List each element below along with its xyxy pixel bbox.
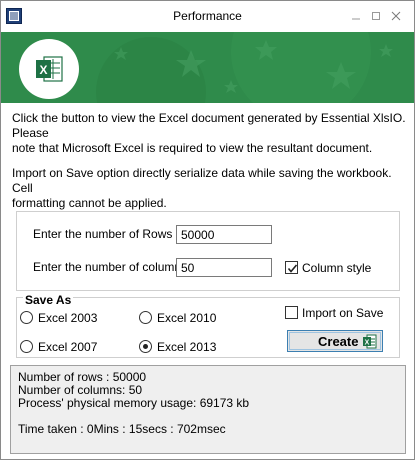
description-excel-line2: note that Microsoft Excel is required to…: [12, 141, 373, 155]
rows-label: Enter the number of Rows: [33, 227, 173, 241]
description-excel: Click the button to view the Excel docum…: [12, 111, 408, 156]
minimize-icon[interactable]: [349, 9, 363, 23]
excel-2010-radio[interactable]: [139, 311, 152, 324]
check-icon: [287, 264, 298, 273]
excel-2010-label: Excel 2010: [157, 311, 217, 325]
description-import-line1: Import on Save option directly serialize…: [12, 166, 392, 195]
import-on-save-label: Import on Save: [302, 306, 384, 320]
excel-banner: X: [1, 32, 414, 103]
rows-input[interactable]: 50000: [176, 225, 272, 244]
column-style-label: Column style: [302, 261, 372, 275]
excel-2013-radio[interactable]: [139, 340, 152, 353]
output-panel: Number of rows : 50000 Number of columns…: [10, 365, 406, 454]
description-import-line2: formatting cannot be applied.: [12, 196, 167, 210]
svg-text:X: X: [365, 340, 370, 347]
description-import: Import on Save option directly serialize…: [12, 166, 408, 211]
import-on-save-checkbox[interactable]: [285, 306, 298, 319]
performance-window: Performance X Click the button to view t…: [0, 0, 415, 460]
radio-selected-dot: [143, 344, 148, 349]
columns-input[interactable]: 50: [176, 258, 272, 277]
create-button-label: Create: [318, 334, 359, 349]
excel-2007-radio[interactable]: [20, 340, 33, 353]
column-style-checkbox[interactable]: [285, 261, 298, 274]
close-icon[interactable]: [389, 9, 403, 23]
excel-2007-label: Excel 2007: [38, 340, 98, 354]
svg-text:X: X: [39, 63, 47, 77]
save-as-title: Save As: [23, 293, 74, 307]
description-excel-line1: Click the button to view the Excel docum…: [12, 111, 406, 140]
excel-small-icon: X: [362, 334, 377, 349]
excel-2013-label: Excel 2013: [157, 340, 217, 354]
title-bar: Performance: [1, 1, 414, 32]
create-button[interactable]: Create X: [287, 330, 383, 352]
output-memory: Process' physical memory usage: 69173 kb: [18, 396, 250, 410]
columns-label: Enter the number of columns: [33, 260, 188, 274]
excel-2003-label: Excel 2003: [38, 311, 98, 325]
dimensions-group: [16, 211, 400, 291]
maximize-icon[interactable]: [369, 9, 383, 23]
excel-2003-radio[interactable]: [20, 311, 33, 324]
excel-logo-icon: X: [34, 54, 64, 84]
output-time: Time taken : 0Mins : 15secs : 702msec: [18, 422, 226, 436]
